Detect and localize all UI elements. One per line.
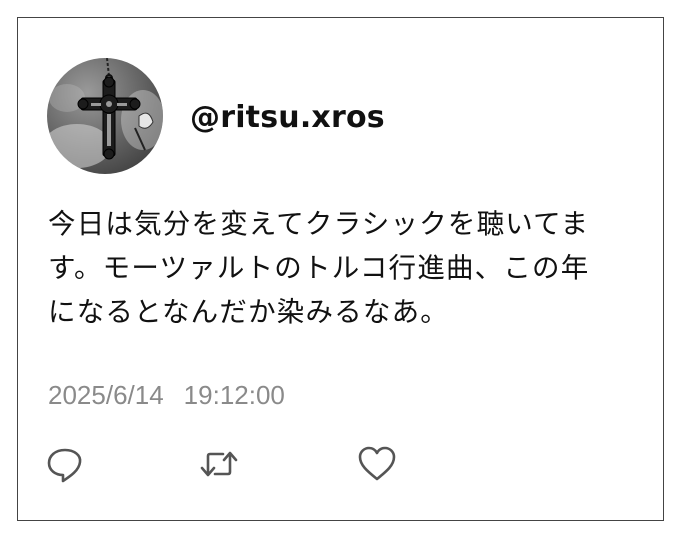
- like-button[interactable]: [357, 444, 397, 484]
- post-time: 19:12:00: [183, 380, 285, 410]
- post-body: 今日は気分を変えてクラシックを聴いてま す。モーツァルトのトルコ行進曲、この年 …: [48, 202, 648, 334]
- post-timestamp: 2025/6/14 19:12:00: [48, 380, 285, 411]
- retweet-button[interactable]: [199, 444, 239, 484]
- post-card: @ritsu.xros 今日は気分を変えてクラシックを聴いてま す。モーツァルト…: [17, 17, 664, 521]
- retweet-icon: [200, 451, 238, 477]
- post-body-line: す。モーツァルトのトルコ行進曲、この年: [48, 252, 590, 284]
- reply-button[interactable]: [45, 444, 85, 484]
- like-heart-icon: [358, 446, 396, 481]
- post-date: 2025/6/14: [48, 380, 164, 410]
- reply-icon: [47, 448, 82, 483]
- post-body-line: 今日は気分を変えてクラシックを聴いてま: [48, 208, 590, 240]
- post-body-line: になるとなんだか染みるなあ。: [48, 296, 449, 328]
- ornate-cross-icon: [47, 58, 163, 168]
- avatar[interactable]: [47, 58, 163, 174]
- user-handle[interactable]: @ritsu.xros: [190, 100, 385, 135]
